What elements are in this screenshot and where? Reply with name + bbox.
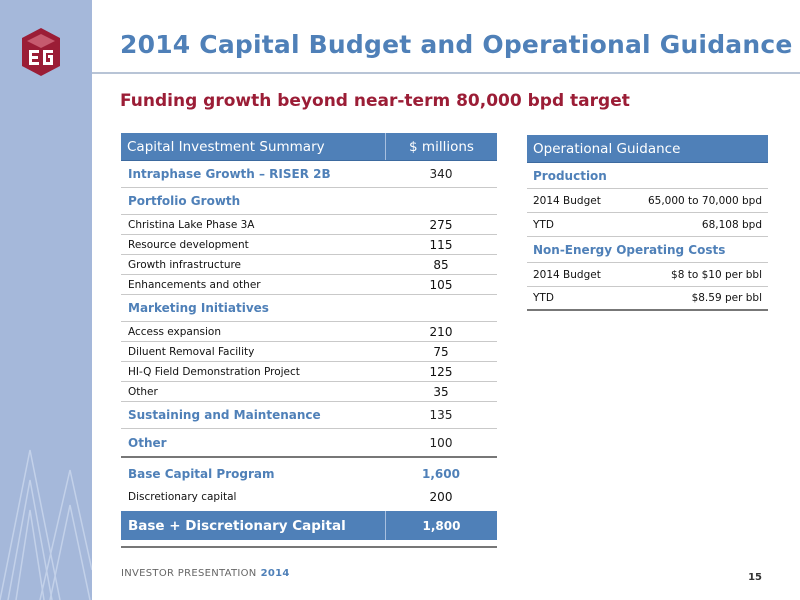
row-label: Access expansion <box>128 325 221 338</box>
table-row: Enhancements and other 105 <box>121 275 497 295</box>
table-row: Resource development 115 <box>121 235 497 255</box>
row-label: Other <box>128 385 158 398</box>
guidance-label: YTD <box>533 292 554 304</box>
base-capital-label: Base Capital Program <box>128 466 275 481</box>
row-label: Marketing Initiatives <box>128 301 269 315</box>
table-row: Christina Lake Phase 3A 275 <box>121 215 497 235</box>
row-value: 105 <box>429 277 453 292</box>
guidance-label: 2014 Budget <box>533 268 601 281</box>
operational-table-header: Operational Guidance <box>527 135 768 163</box>
row-value: 135 <box>429 408 453 422</box>
footer-label: INVESTOR PRESENTATION 2014 <box>121 568 290 579</box>
guidance-value: 68,108 bpd <box>701 218 762 231</box>
table-row: Diluent Removal Facility 75 <box>121 342 497 362</box>
row-label: Intraphase Growth – RISER 2B <box>128 167 331 181</box>
table-bottom-rule <box>121 546 497 548</box>
discretionary-label: Discretionary capital <box>128 491 237 503</box>
table-row: HI-Q Field Demonstration Project 125 <box>121 362 497 382</box>
header-value: $ millions <box>385 133 497 160</box>
guidance-section-title: Production <box>527 163 768 189</box>
guidance-row: YTD 68,108 bpd <box>527 213 768 237</box>
guidance-value: 65,000 to 70,000 bpd <box>647 194 762 207</box>
title-divider <box>92 72 800 74</box>
capital-table-header: Capital Investment Summary $ millions <box>121 133 497 161</box>
table-section-row: Sustaining and Maintenance 135 <box>121 402 497 429</box>
table-section-row: Marketing Initiatives <box>121 295 497 322</box>
chevron-decoration <box>0 449 92 600</box>
slide-title: 2014 Capital Budget and Operational Guid… <box>120 30 793 59</box>
total-capital-value: 1,800 <box>385 511 497 540</box>
row-label: Resource development <box>128 238 249 251</box>
footer-year: 2014 <box>260 568 290 579</box>
guidance-value: $8 to $10 per bbl <box>671 268 762 281</box>
header-label: Capital Investment Summary <box>127 138 325 155</box>
table-section-row: Portfolio Growth <box>121 188 497 215</box>
operational-guidance-table: Operational Guidance Production 2014 Budg… <box>527 135 768 311</box>
row-value: 275 <box>429 217 453 232</box>
row-label: Portfolio Growth <box>128 194 241 208</box>
row-value: 85 <box>433 257 449 272</box>
row-value: 35 <box>433 384 449 399</box>
table-row: Growth infrastructure 85 <box>121 255 497 275</box>
row-value: 115 <box>429 237 453 252</box>
footer-text: INVESTOR PRESENTATION <box>121 568 257 579</box>
discretionary-row: Discretionary capital 200 <box>121 487 497 507</box>
guidance-row: 2014 Budget $8 to $10 per bbl <box>527 263 768 287</box>
row-label: Sustaining and Maintenance <box>128 408 321 422</box>
row-value: 125 <box>429 364 453 379</box>
base-capital-value: 1,600 <box>422 466 460 481</box>
table-row: Other 35 <box>121 382 497 402</box>
left-side-band <box>0 0 92 600</box>
table-row: Access expansion 210 <box>121 322 497 342</box>
guidance-label: YTD <box>533 218 554 231</box>
row-label: Diluent Removal Facility <box>128 345 255 358</box>
capital-investment-table: Capital Investment Summary $ millions In… <box>121 133 497 548</box>
row-label: Growth infrastructure <box>128 258 242 271</box>
table-rule <box>121 456 497 458</box>
row-label: Enhancements and other <box>128 278 261 291</box>
operational-table-body: Production 2014 Budget 65,000 to 70,000 bp… <box>527 163 768 311</box>
slide-subtitle: Funding growth beyond near-term 80,000 b… <box>120 91 630 111</box>
company-logo <box>22 28 60 76</box>
page-number: 15 <box>748 572 762 583</box>
guidance-value: $8.59 per bbl <box>691 292 762 304</box>
row-label: Christina Lake Phase 3A <box>128 218 255 231</box>
guidance-row: YTD $8.59 per bbl <box>527 287 768 311</box>
row-label: Other <box>128 435 167 450</box>
row-value: 210 <box>429 324 453 339</box>
discretionary-value: 200 <box>429 490 453 504</box>
row-value: 100 <box>429 435 453 450</box>
base-capital-row: Base Capital Program 1,600 <box>121 460 497 487</box>
guidance-row: 2014 Budget 65,000 to 70,000 bpd <box>527 189 768 213</box>
table-section-row: Intraphase Growth – RISER 2B 340 <box>121 161 497 188</box>
row-value: 75 <box>433 344 449 359</box>
total-capital-row: Base + Discretionary Capital 1,800 <box>121 511 497 540</box>
guidance-label: 2014 Budget <box>533 194 601 207</box>
total-capital-label: Base + Discretionary Capital <box>128 517 346 534</box>
table-section-row: Other 100 <box>121 429 497 456</box>
guidance-section-title: Non-Energy Operating Costs <box>527 237 768 263</box>
row-label: HI-Q Field Demonstration Project <box>128 365 300 378</box>
capital-table-body: Intraphase Growth – RISER 2B 340 Portfolio… <box>121 161 497 456</box>
row-value: 340 <box>429 167 453 181</box>
